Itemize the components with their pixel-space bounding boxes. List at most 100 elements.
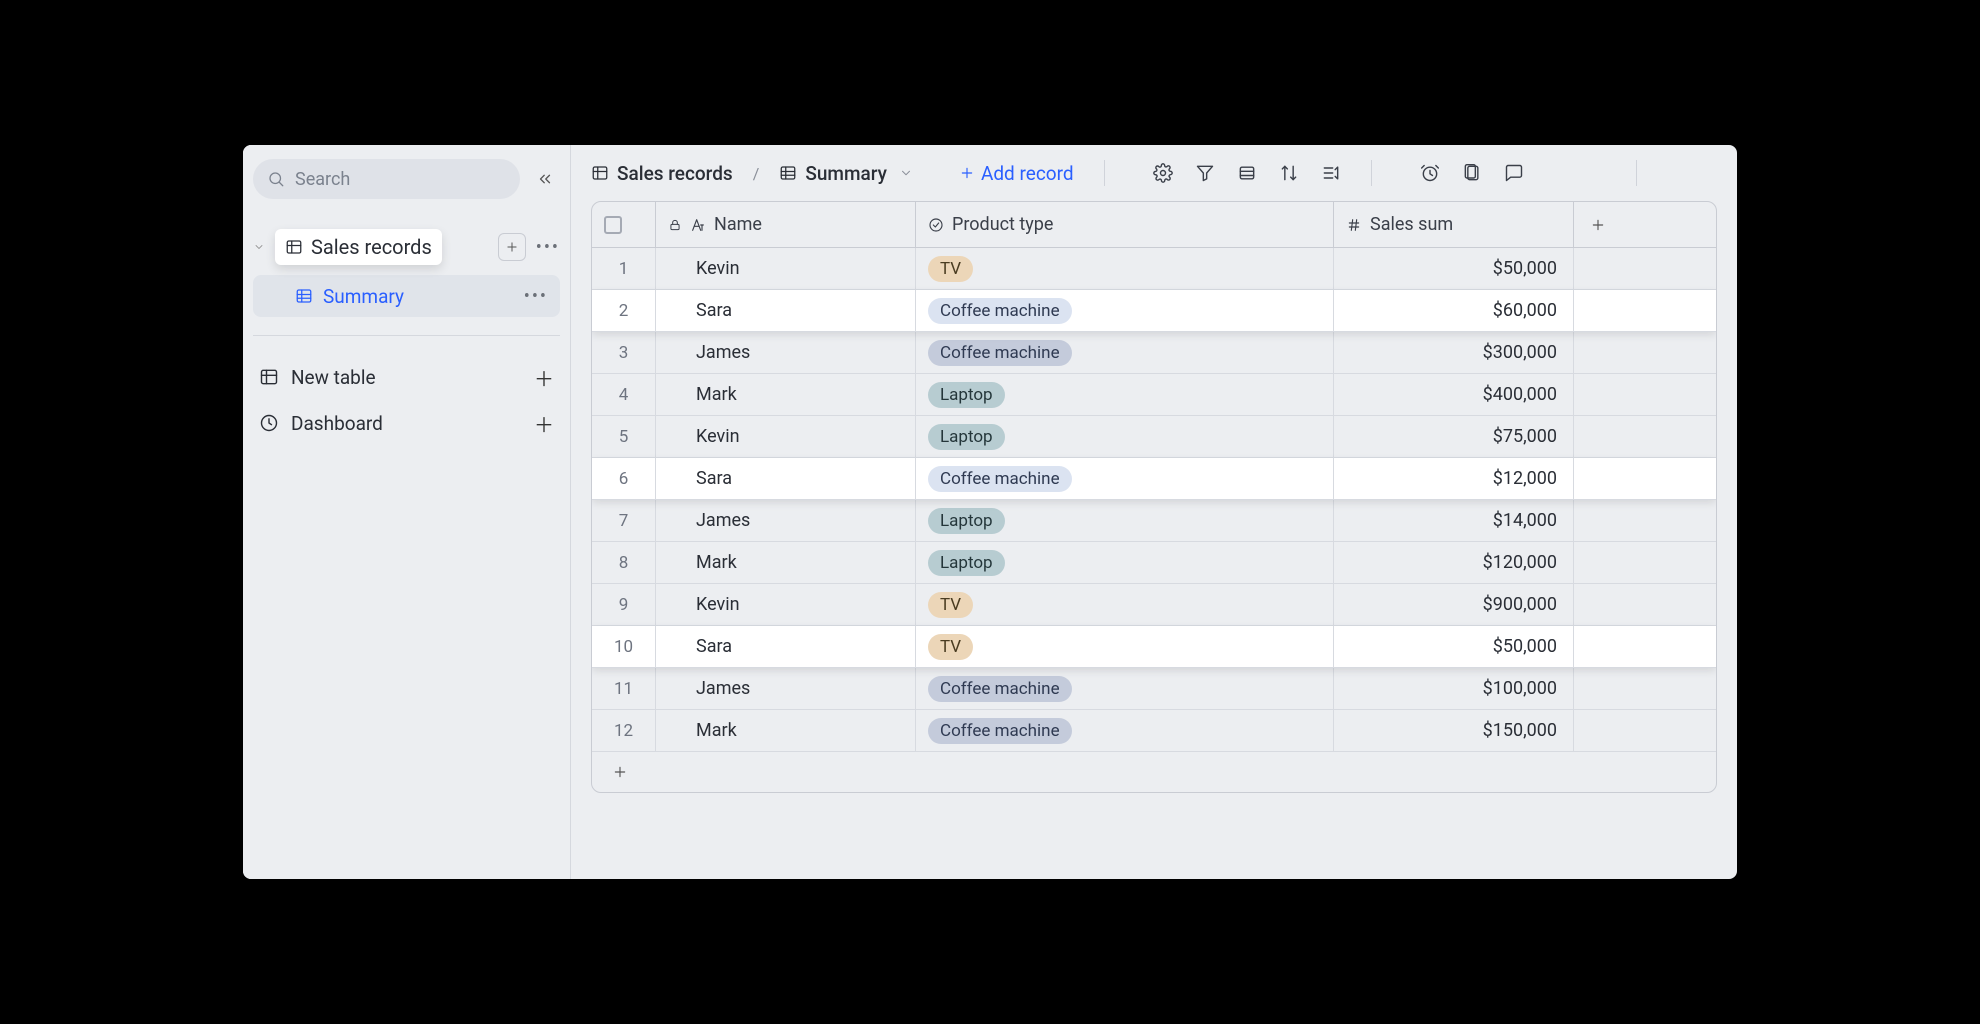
reminder-button[interactable]: [1420, 163, 1440, 183]
cell-sum[interactable]: $14,000: [1334, 500, 1574, 541]
cell-product[interactable]: TV: [916, 248, 1334, 289]
table-row[interactable]: 11 James Coffee machine $100,000: [592, 668, 1716, 710]
cell-product[interactable]: TV: [916, 626, 1334, 667]
fields-button[interactable]: [1237, 163, 1257, 183]
cell-sum[interactable]: $300,000: [1334, 332, 1574, 373]
cell-sum[interactable]: $100,000: [1334, 668, 1574, 709]
checkbox[interactable]: [604, 216, 622, 234]
cell-name[interactable]: James: [656, 500, 916, 541]
grid-view-icon: [779, 164, 797, 182]
filter-button[interactable]: [1195, 163, 1215, 183]
cell-sum[interactable]: $50,000: [1334, 626, 1574, 667]
cell-name[interactable]: Kevin: [656, 584, 916, 625]
column-label: Name: [714, 214, 762, 235]
cell-name[interactable]: Kevin: [656, 248, 916, 289]
cell-empty: [1574, 332, 1622, 373]
table-row[interactable]: 5 Kevin Laptop $75,000: [592, 416, 1716, 458]
clipboard-button[interactable]: [1462, 163, 1482, 183]
table-more-button[interactable]: •••: [536, 237, 560, 258]
cell-sum[interactable]: $50,000: [1334, 248, 1574, 289]
table-row[interactable]: 8 Mark Laptop $120,000: [592, 542, 1716, 584]
row-number: 8: [592, 542, 656, 583]
cell-product[interactable]: Laptop: [916, 416, 1334, 457]
chevron-double-left-icon: [536, 170, 554, 188]
table-row[interactable]: 10 Sara TV $50,000: [592, 626, 1716, 668]
cell-product[interactable]: Coffee machine: [916, 710, 1334, 751]
plus-icon: ＋: [534, 363, 554, 392]
search-input[interactable]: Search: [253, 159, 520, 199]
select-all-cell[interactable]: [592, 202, 656, 247]
cell-product[interactable]: Coffee machine: [916, 458, 1334, 499]
sidebar-view-summary[interactable]: Summary •••: [253, 275, 560, 317]
cell-product[interactable]: Laptop: [916, 500, 1334, 541]
add-record-button[interactable]: Add record: [959, 162, 1074, 185]
sidebar-item-dashboard[interactable]: Dashboard ＋: [253, 400, 560, 446]
sidebar-table-chip[interactable]: Sales records: [275, 229, 442, 265]
column-sales-sum[interactable]: Sales sum: [1334, 202, 1574, 247]
table-row[interactable]: 12 Mark Coffee machine $150,000: [592, 710, 1716, 752]
sidebar-table-label: Sales records: [311, 235, 432, 259]
cell-name[interactable]: Sara: [656, 626, 916, 667]
table-row[interactable]: 9 Kevin TV $900,000: [592, 584, 1716, 626]
breadcrumb-table-label: Sales records: [617, 162, 733, 185]
breadcrumb-view[interactable]: Summary: [779, 162, 913, 185]
cell-name[interactable]: Sara: [656, 290, 916, 331]
row-number: 10: [592, 626, 656, 667]
cell-sum[interactable]: $75,000: [1334, 416, 1574, 457]
cell-product[interactable]: Laptop: [916, 374, 1334, 415]
cell-name[interactable]: Mark: [656, 542, 916, 583]
breadcrumb-separator: /: [753, 164, 760, 183]
cell-sum[interactable]: $400,000: [1334, 374, 1574, 415]
add-view-button[interactable]: [498, 233, 526, 261]
cell-name[interactable]: Mark: [656, 374, 916, 415]
hash-icon: [1346, 217, 1362, 233]
table-icon: [285, 238, 303, 256]
sort-button[interactable]: [1279, 163, 1299, 183]
row-number: 5: [592, 416, 656, 457]
column-product-type[interactable]: Product type: [916, 202, 1334, 247]
cell-name[interactable]: James: [656, 668, 916, 709]
toolbar-separator: [1371, 160, 1372, 186]
breadcrumb-table[interactable]: Sales records: [591, 162, 733, 185]
cell-product[interactable]: TV: [916, 584, 1334, 625]
comment-button[interactable]: [1504, 163, 1524, 183]
chevron-down-icon: [899, 162, 913, 185]
column-name[interactable]: Name: [656, 202, 916, 247]
sidebar-tree-row-sales-records[interactable]: Sales records •••: [253, 227, 560, 267]
cell-sum[interactable]: $150,000: [1334, 710, 1574, 751]
table-row[interactable]: 3 James Coffee machine $300,000: [592, 332, 1716, 374]
cell-name[interactable]: Sara: [656, 458, 916, 499]
cell-name[interactable]: James: [656, 332, 916, 373]
table-row[interactable]: 2 Sara Coffee machine $60,000: [592, 290, 1716, 332]
table-header: Name Product type Sales sum: [592, 202, 1716, 248]
caret-down-icon: [253, 237, 267, 258]
cell-product[interactable]: Coffee machine: [916, 290, 1334, 331]
cell-name[interactable]: Mark: [656, 710, 916, 751]
text-icon: [690, 217, 706, 233]
row-number: 6: [592, 458, 656, 499]
column-label: Product type: [952, 214, 1053, 235]
cell-sum[interactable]: $120,000: [1334, 542, 1574, 583]
settings-button[interactable]: [1153, 163, 1173, 183]
cell-product[interactable]: Coffee machine: [916, 332, 1334, 373]
cell-product[interactable]: Laptop: [916, 542, 1334, 583]
cell-sum[interactable]: $60,000: [1334, 290, 1574, 331]
cell-name[interactable]: Kevin: [656, 416, 916, 457]
cell-sum[interactable]: $900,000: [1334, 584, 1574, 625]
plus-icon: [505, 240, 519, 254]
collapse-sidebar-button[interactable]: [530, 164, 560, 194]
table-row[interactable]: 6 Sara Coffee machine $12,000: [592, 458, 1716, 500]
table-row[interactable]: 4 Mark Laptop $400,000: [592, 374, 1716, 416]
add-column-button[interactable]: [1574, 202, 1622, 247]
add-row-button[interactable]: [592, 752, 1716, 792]
cell-sum[interactable]: $12,000: [1334, 458, 1574, 499]
cell-product[interactable]: Coffee machine: [916, 668, 1334, 709]
sidebar-item-new-table[interactable]: New table ＋: [253, 354, 560, 400]
table-row[interactable]: 7 James Laptop $14,000: [592, 500, 1716, 542]
view-more-button[interactable]: •••: [524, 286, 548, 307]
table-row[interactable]: 1 Kevin TV $50,000: [592, 248, 1716, 290]
plus-icon: [959, 165, 975, 181]
filter-icon: [1195, 163, 1215, 183]
row-number: 2: [592, 290, 656, 331]
group-button[interactable]: [1321, 163, 1341, 183]
